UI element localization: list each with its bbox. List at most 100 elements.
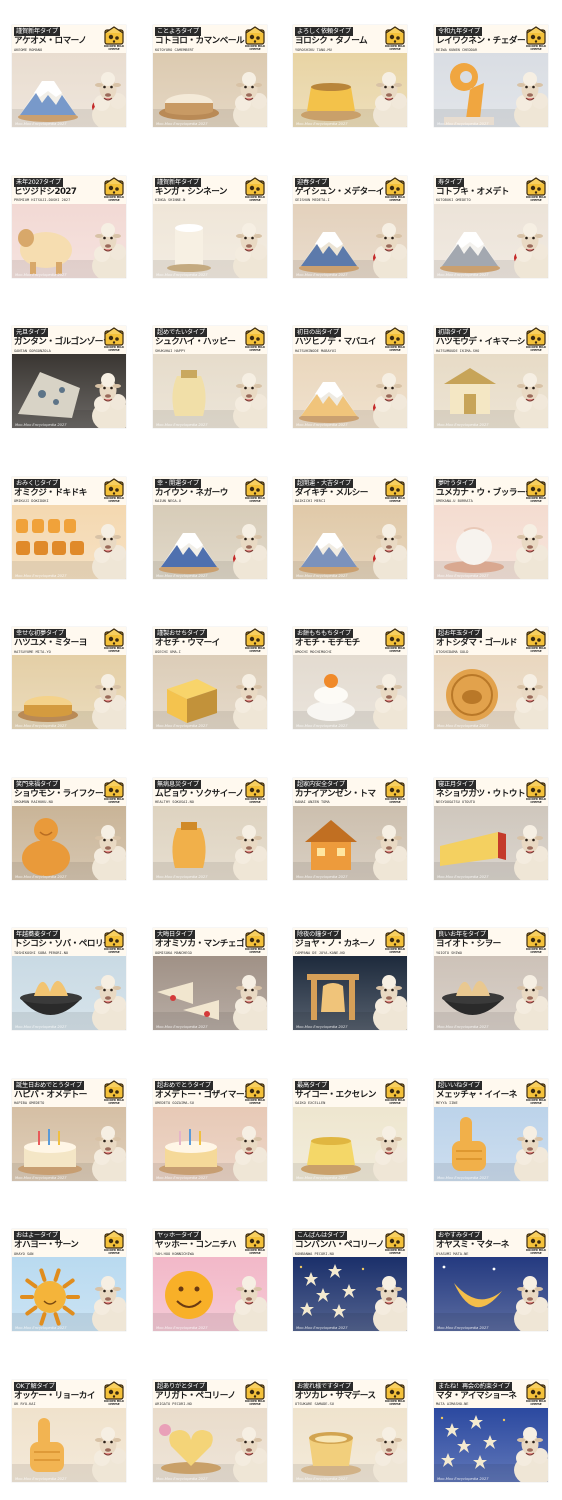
sticker-card[interactable]: 超家内安全タイプ カナイアンゼン・トマ KANAI ANZEN TOMA ROCKER… [293,777,407,880]
sticker-card[interactable]: 元旦タイプ ガンタン・ゴルゴンゾーラ GANTAN GORGONZOLA ROCKER… [12,326,126,428]
romaji-name: UMEKANA-U BURRATA [436,499,473,503]
card-header: 超おめでとうタイプ オメデトー・ゴザイマース OMEDETO GOZAIMA-SU R… [153,1078,267,1107]
sticker-card[interactable]: 大晦日タイプ オオミソカ・マンチェゴ OOMISOKA MANCHEGO ROCKER… [153,928,267,1030]
logo-text: ROCKER MILK CHEESE [245,195,265,202]
sticker-card[interactable]: 超いいねタイプ メェッチャ・イイーネ MEYYA IINE ROCKER MILK C… [434,1078,548,1181]
sticker-card[interactable]: お疲れ様ですタイプ オツカレ・サマデース OTSUKARE SAMADE-SU ROC… [293,1379,407,1482]
cheese-photo: Moo-Moo Encyclopedia 2027 [293,203,407,278]
type-tag: 超お年玉タイプ [436,629,482,638]
sticker-card[interactable]: こんばんはタイプ コンバンハ・ペコリーノ KONBANWA PECORI-NO ROC… [293,1229,407,1331]
type-tag: 誕生日おめでとうタイプ [14,1080,84,1090]
romaji-name: KONBANWA PECORI-NO [295,1251,334,1256]
logo-text: ROCKER MILK CHEESE [104,346,124,352]
cheese-logo-icon [104,1380,124,1400]
sticker-card[interactable]: 初詣タイプ ハツモウデ・イキマーショ HATSUMOUDE IKIMA-SHO ROC… [434,326,548,428]
logo-text: ROCKER MILK CHEESE [245,1098,265,1105]
sticker-card[interactable]: 誕生日おめでとうタイプ ハピバ・オメデトー HAPIBA OMEDETO ROCKER… [12,1078,126,1181]
footer-caption: Moo-Moo Encyclopedia 2027 [437,573,489,578]
footer-caption: Moo-Moo Encyclopedia 2027 [296,423,348,427]
sticker-card[interactable]: 超開運・大吉タイプ ダイキチ・メルシー DAIKICHI MERCI ROCKER M… [293,476,407,579]
sticker-card[interactable]: 初日の出タイプ ハツヒノデ・マバユイ HATSUHINODE MABAYUI ROCK… [293,326,407,428]
sticker-card[interactable]: 幸せな初夢タイプ ハツユメ・ミターヨ HATSUYUME MITA-YO ROCKER… [12,627,126,729]
sticker-card[interactable]: 超めでたいタイプ シュクハイ・ハッピー SHUKUHAI HAPPY ROCKER M… [153,326,267,428]
cheese-name: コトブキ・オメデト [436,186,509,197]
card-header: 誕生日おめでとうタイプ ハピバ・オメデトー HAPIBA OMEDETO ROCKER… [12,1078,126,1107]
romaji-name: DAIKICHI MERCI [295,499,326,503]
sticker-card[interactable]: 令和九年タイプ レイワクネン・チェダー REIWA KUNEN CHEDDAR ROC… [434,25,548,127]
romaji-name: OTOSHIDAMA GOLD [436,649,469,654]
sticker-card[interactable]: 年越蕎麦タイプ トシコシ・ソバ・ペロリーノ TOSHIKOSHI SOBA PERO… [12,928,126,1030]
sticker-card[interactable]: 除夜の鐘タイプ ジョヤ・ノ・カネーノ CAMPANA DE JOYA-KANE-NO… [293,928,407,1030]
cheese-name: ショウモン・ライフクーノ [14,788,111,799]
type-tag: 未年2027タイプ [14,177,63,187]
sticker-card[interactable]: 最高タイプ サイコー・エクセレン SAIKO EXCELLEN ROCKER MILK… [293,1078,407,1181]
sticker-card[interactable]: ヤッホータイプ ヤッホー・コンニチハ YAH-HOO KONNICHIWA ROCKE… [153,1229,267,1331]
sticker-card[interactable]: 寝正月タイプ ネショウガツ・ウトウト NESYOUGATSU UTOUTO ROCKE… [434,777,548,880]
romaji-name: NESYOUGATSU UTOUTO [436,800,475,804]
logo-text: ROCKER MILK CHEESE [385,1399,405,1406]
sticker-card[interactable]: 謹賀新年タイプ アケオメ・ロマーノ AKEOME ROMANO ROCKER MILK… [12,25,126,127]
photo-illustration [153,504,267,579]
sticker-card[interactable]: 超ありがとタイプ アリガト・ペコリーノ ARIGATO PECORI-NO ROCKE… [153,1379,267,1482]
type-tag: 超開運・大吉タイプ [295,478,353,488]
sticker-card[interactable]: 謹賀新年タイプ キンガ・シンネーン KINGA SHINNE-N ROCKER MIL… [153,175,267,278]
sticker-card[interactable]: おやすみタイプ オヤスミ・マターネ OYASUMI MATA-NE ROCKER MI… [434,1229,548,1331]
photo-illustration [153,1407,267,1482]
sticker-card[interactable]: おはよータイプ オハヨー・サーン OHAYO SAN ROCKER MILK CHEE… [12,1229,126,1331]
sticker-card[interactable]: お餅もちもちタイプ オモチ・モチモチ OMOCHI MOCHIMOCHI ROCKER… [293,627,407,729]
sticker-card[interactable]: 夢叶うタイプ ユメカナ・ウ・ブッラータ UMEKANA-U BURRATA ROCKE… [434,476,548,579]
cheese-name: オモチ・モチモチ [295,638,360,648]
logo-text: ROCKER MILK CHEESE [385,797,405,804]
card-header: 大晦日タイプ オオミソカ・マンチェゴ OOMISOKA MANCHEGO ROCKER… [153,928,267,956]
card-header: 超家内安全タイプ カナイアンゼン・トマ KANAI ANZEN TOMA ROCKER… [293,777,407,806]
cheese-name: アケオメ・ロマーノ [14,36,87,46]
romaji-name: KAIUN NEGA-U [155,499,181,503]
sticker-card[interactable]: OK了解タイプ オッケー・リョーカイ OK RYO-KAI ROCKER MILK C… [12,1379,126,1482]
card-header: 寝正月タイプ ネショウガツ・ウトウト NESYOUGATSU UTOUTO ROCKE… [434,777,548,806]
logo-text: ROCKER MILK CHEESE [245,1399,265,1406]
sticker-card[interactable]: 無病息災タイプ ムビョウ・ソクサイーノ HEALTHY SOKUSAI-NO ROCK… [153,777,267,880]
type-tag: 超いいねタイプ [436,1080,482,1090]
logo-text: ROCKER MILK CHEESE [385,647,405,653]
sticker-card[interactable]: ことよろタイプ コトヨロ・カマンベール KOTOYORO CAMEMBERT ROCK… [153,25,267,127]
photo-illustration [293,1257,407,1331]
sticker-card[interactable]: 良いお年をタイプ ヨイオト・シヲー YOIOTO SHIWO ROCKER MILK … [434,928,548,1030]
sticker-card[interactable]: 超お年玉タイプ オトシダマ・ゴールド OTOSHIDAMA GOLD ROCKER M… [434,627,548,729]
cheese-logo-icon [104,477,124,497]
sticker-card[interactable]: 超おめでとうタイプ オメデトー・ゴザイマース OMEDETO GOZAIMA-SU R… [153,1078,267,1181]
footer-caption: Moo-Moo Encyclopedia 2027 [437,1476,489,1481]
cheese-logo-icon [245,1079,265,1099]
cheese-name: カナイアンゼン・トマ [295,788,376,799]
sticker-card[interactable]: 笑門来福タイプ ショウモン・ライフクーノ SHOUMON RAIHUKU-NO ROC… [12,777,126,880]
cheese-photo: Moo-Moo Encyclopedia 2027 [293,1407,407,1482]
sticker-card[interactable]: おみくじタイプ オミクジ・ドキドキ OMIKUJI DOKIDOKI ROCKER M… [12,476,126,579]
sticker-card[interactable]: 未年2027タイプ ヒツジドシ2027 PREMIUM HITSUJI-DOSHI … [12,175,126,278]
sticker-card[interactable]: 幸・開運タイプ カイウン・ネガーウ KAIUN NEGA-U ROCKER MILK … [153,476,267,579]
romaji-name: YOIOTO SHIWO [436,950,462,955]
sticker-card[interactable]: 寿タイプ コトブキ・オメデト KOTOBUKI OMEDETO ROCKER MILK… [434,175,548,278]
cheese-logo-icon [385,1230,405,1249]
cheese-logo-icon [385,1079,405,1099]
romaji-name: YOROSHIKU TANO-MU [295,47,332,52]
cheese-photo: Moo-Moo Encyclopedia 2027 [293,53,407,127]
card-header: 幸・開運タイプ カイウン・ネガーウ KAIUN NEGA-U ROCKER MILK … [153,476,267,505]
sticker-card[interactable]: 謹製おせちタイプ オセチ・ウマーイ OSECHI UMA-I ROCKER MILK … [153,627,267,729]
logo-text: ROCKER MILK CHEESE [526,45,546,51]
cheese-logo-icon [526,1380,546,1400]
type-tag: よろしく依頼タイプ [295,27,353,36]
logo-text: ROCKER MILK CHEESE [385,1098,405,1105]
romaji-name: ARIGATO PECORI-NO [155,1402,192,1406]
sticker-card[interactable]: 迎春タイプ ゲイシュン・メデターイ GEISHUN MEDETA-I ROCKER M… [293,175,407,278]
logo-text: ROCKER MILK CHEESE [245,797,265,804]
photo-illustration [434,805,548,880]
footer-caption: Moo-Moo Encyclopedia 2027 [437,122,489,126]
cheese-name: ハピバ・オメデトー [14,1089,87,1100]
cheese-photo: Moo-Moo Encyclopedia 2027 [153,53,267,127]
cheese-logo-icon [245,778,265,798]
sticker-card[interactable]: またね！再会の約束タイプ マタ・アイマショーネ MATA AIMASHO-NE ROC… [434,1379,548,1482]
romaji-name: AKEOME ROMANO [14,47,43,52]
logo-text: ROCKER MILK CHEESE [385,195,405,202]
sticker-card[interactable]: よろしく依頼タイプ ヨロシク・タノーム YOROSHIKU TANO-MU ROCKE… [293,25,407,127]
type-tag: 無病息災タイプ [155,779,201,789]
photo-illustration [293,805,407,880]
